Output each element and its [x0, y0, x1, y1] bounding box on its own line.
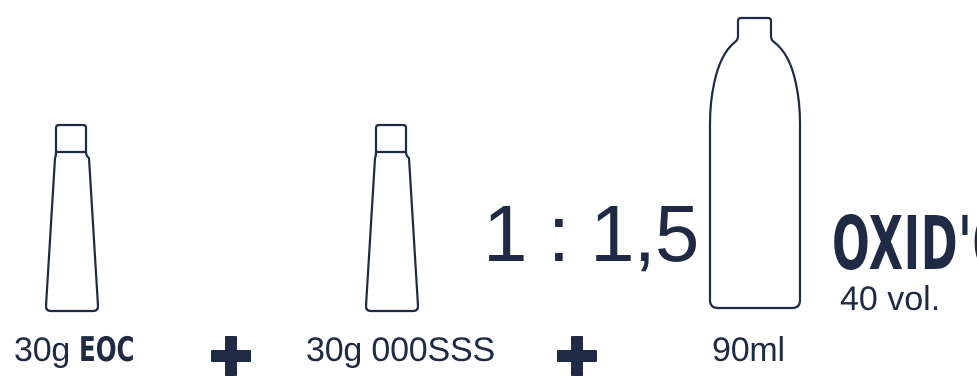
- tube-2-product: 000SSS: [371, 331, 495, 369]
- tube-1-amount: 30g: [14, 331, 71, 369]
- developer-strength: 40 vol.: [840, 280, 941, 318]
- tube-icon: [364, 123, 420, 313]
- tube-icon: [44, 123, 100, 313]
- bottle-amount: 90ml: [712, 331, 785, 369]
- tube-1-product: EOC: [79, 330, 135, 370]
- mix-ratio: 1 : 1,5: [483, 189, 699, 278]
- bottle-icon: [708, 16, 802, 310]
- tube-1-label: 30g EOC: [14, 333, 156, 367]
- tube-2-label: 30g 000SSS: [306, 333, 495, 367]
- plus-icon: [557, 336, 597, 376]
- plus-icon: [211, 336, 251, 376]
- developer-name: OXID'O: [832, 201, 977, 287]
- tube-2-amount: 30g: [306, 331, 363, 369]
